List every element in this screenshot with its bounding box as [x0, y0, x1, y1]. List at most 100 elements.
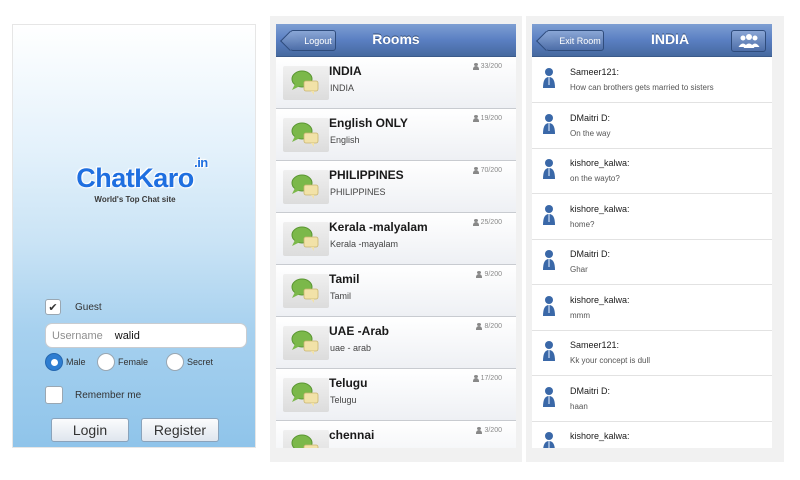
chat-bubble-icon [283, 66, 329, 100]
rooms-screen: Logout Rooms INDIA INDIA 33/200 English ONL… [276, 24, 516, 448]
chat-bubble-icon [283, 274, 329, 308]
room-subtitle: Telugu [330, 395, 357, 405]
gender-radio-female[interactable] [97, 353, 115, 371]
message-username: DMaitri D: [570, 249, 610, 259]
message-text: How can brothers gets married to sisters [570, 83, 714, 92]
logo-text: ChatKaro [76, 163, 194, 193]
room-item[interactable]: UAE -Arab uae - arab 8/200 [276, 317, 516, 369]
chat-message: kishore_kalwa:how it was dull [532, 422, 772, 448]
message-text: Kk your concept is dull [570, 356, 651, 365]
chat-message: DMaitri D: On the way [532, 103, 772, 149]
room-name: Kerala -malyalam [329, 220, 428, 234]
room-item[interactable]: INDIA INDIA 33/200 [276, 57, 516, 109]
person-icon [472, 375, 479, 382]
message-text: how it was dull [570, 447, 622, 448]
chat-bubble-icon [283, 430, 329, 448]
room-item[interactable]: chennai 3/200 [276, 421, 516, 448]
room-user-count: 9/200 [476, 271, 502, 278]
person-icon [476, 271, 483, 278]
room-item[interactable]: English ONLY English 19/200 [276, 109, 516, 161]
chat-bubble-icon [283, 170, 329, 204]
person-icon [472, 219, 479, 226]
room-name: English ONLY [329, 116, 408, 130]
chat-message: Sameer121: Kk your concept is dull [532, 331, 772, 376]
remember-label: Remember me [75, 389, 142, 401]
remember-checkbox[interactable] [45, 386, 63, 404]
chat-bubble-icon [283, 118, 329, 152]
username-placeholder: Username [52, 329, 103, 342]
users-icon [738, 34, 759, 48]
person-icon [476, 323, 483, 330]
guest-label: Guest [75, 301, 102, 313]
user-avatar-icon [543, 204, 555, 225]
room-count-text: 8/200 [484, 323, 502, 330]
chat-message: DMaitri D: haan [532, 376, 772, 422]
room-count-text: 9/200 [484, 271, 502, 278]
message-text: home? [570, 219, 595, 229]
user-avatar-icon [543, 113, 555, 134]
tagline: World's Top Chat site [94, 195, 176, 204]
user-avatar-icon [543, 159, 555, 179]
user-avatar-icon [543, 432, 555, 448]
message-username: kishore_kalwa: [570, 431, 630, 441]
guest-row[interactable]: ✔ Guest [45, 299, 102, 315]
room-name: PHILIPPINES [329, 168, 404, 182]
users-button[interactable] [731, 30, 766, 52]
gender-radio-male[interactable] [45, 353, 63, 371]
room-subtitle: Kerala -mayalam [330, 239, 399, 249]
chat-message: kishore_kalwa: home? [532, 194, 772, 240]
room-subtitle: English [330, 135, 360, 145]
login-button[interactable]: Login [51, 418, 129, 442]
guest-checkbox[interactable]: ✔ [45, 299, 61, 315]
room-subtitle: PHILIPPINES [330, 187, 386, 197]
message-username: kishore_kalwa: [570, 203, 630, 214]
room-name: Telugu [329, 376, 368, 390]
register-button[interactable]: Register [141, 418, 219, 442]
person-icon [472, 115, 479, 122]
gender-row-female: Female [97, 353, 148, 371]
room-item[interactable]: Kerala -malyalam Kerala -mayalam 25/200 [276, 213, 516, 265]
chat-header: Exit Room INDIA [532, 24, 772, 57]
user-avatar-icon [543, 250, 555, 270]
message-text: Ghar [570, 265, 588, 274]
message-text: on the wayto? [570, 174, 620, 183]
gender-label-female: Female [118, 357, 149, 367]
room-name: Tamil [329, 272, 360, 286]
gender-row-secret: Secret [166, 353, 213, 371]
room-subtitle: uae - arab [330, 343, 372, 353]
logo-suffix: .in [194, 155, 208, 170]
user-avatar-icon [543, 341, 555, 361]
room-item[interactable]: PHILIPPINES PHILIPPINES 70/200 [276, 161, 516, 213]
chat-screen: Exit Room INDIA Sameer121: How can brothe… [532, 24, 772, 448]
message-text: mmm [570, 310, 590, 320]
user-avatar-icon [543, 68, 555, 88]
logo-block: ChatKaro .in World's Top Chat site [13, 155, 255, 204]
room-count-text: 33/200 [480, 63, 502, 70]
rooms-title: Rooms [372, 31, 420, 47]
room-user-count: 8/200 [476, 323, 502, 330]
room-count-text: 17/200 [480, 375, 502, 382]
username-field[interactable]: Username walid [45, 323, 247, 348]
message-username: kishore_kalwa: [570, 294, 630, 305]
room-user-count: 3/200 [476, 427, 502, 434]
user-avatar-icon [543, 386, 555, 407]
room-item[interactable]: Telugu Telugu 17/200 [276, 369, 516, 421]
chat-message: DMaitri D: Ghar [532, 240, 772, 285]
room-user-count: 25/200 [472, 219, 502, 226]
gender-label-secret: Secret [187, 357, 214, 367]
room-subtitle: Tamil [330, 291, 352, 301]
room-count-text: 25/200 [480, 219, 502, 226]
gender-radio-secret[interactable] [166, 353, 184, 371]
chat-message: kishore_kalwa:mmm [532, 285, 772, 331]
room-user-count: 70/200 [472, 167, 502, 174]
remember-row[interactable]: Remember me [45, 386, 141, 404]
room-user-count: 19/200 [472, 115, 502, 122]
room-user-count: 33/200 [472, 63, 502, 70]
room-count-text: 3/200 [484, 427, 502, 434]
rooms-header: Logout Rooms [276, 24, 516, 57]
message-username: DMaitri D: [570, 385, 610, 396]
chat-bubble-icon [283, 378, 329, 412]
message-text: On the way [570, 128, 611, 138]
room-item[interactable]: Tamil Tamil 9/200 [276, 265, 516, 317]
person-icon [472, 63, 479, 70]
